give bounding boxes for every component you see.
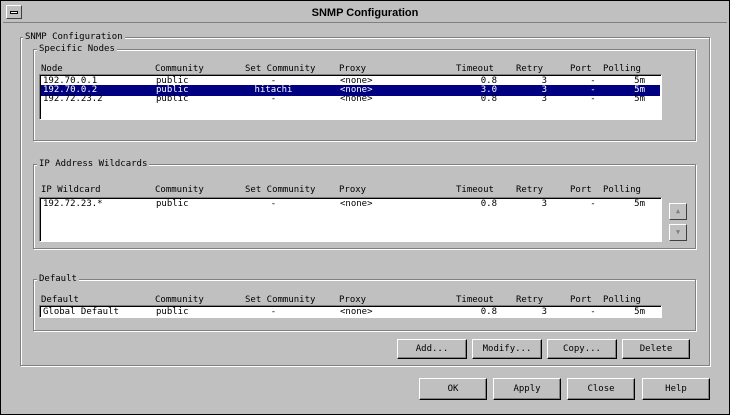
column-header-retry: Retry	[516, 295, 544, 305]
column-header-timeout: Timeout	[456, 64, 494, 74]
column-header-retry: Retry	[516, 64, 544, 74]
cell-timeout: 0.8	[480, 307, 497, 317]
cell-set-community: -	[270, 307, 277, 317]
snmp-configuration-window: SNMP Configuration SNMP Configuration Sp…	[0, 0, 730, 415]
cell-retry: 3	[541, 307, 547, 317]
list-row[interactable]: 192.72.23.* public - <none> 0.8 3 - 5m	[41, 199, 660, 210]
close-button[interactable]: Close	[567, 378, 635, 400]
column-header-default: Default	[41, 295, 79, 305]
specific-nodes-list[interactable]: 192.70.0.1 public - <none> 0.8 3-5m 192.70.0.2…	[39, 74, 662, 120]
cell-polling: 5m	[634, 94, 645, 104]
column-header-proxy: Proxy	[339, 295, 367, 305]
column-header-retry: Retry	[516, 185, 544, 195]
scroll-down-button[interactable]: ▼	[669, 224, 687, 241]
copy-button[interactable]: Copy...	[547, 339, 617, 359]
column-header-node: Node	[41, 64, 63, 74]
column-header-proxy: Proxy	[339, 64, 367, 74]
column-header-port: Port	[570, 295, 592, 305]
column-header-community: Community	[155, 295, 204, 305]
cell-node: 192.72.23.*	[43, 199, 103, 209]
scroll-up-button[interactable]: ▲	[669, 203, 687, 220]
specific-nodes-group-label: Specific Nodes	[37, 44, 117, 54]
cell-port: -	[590, 94, 596, 104]
cell-polling: 5m	[634, 307, 645, 317]
default-group-label: Default	[37, 274, 79, 284]
cell-port: -	[590, 199, 596, 209]
column-header-polling: Polling	[603, 295, 641, 305]
snmp-configuration-group-label: SNMP Configuration	[23, 32, 125, 42]
column-header-ip-wildcard: IP Wildcard	[41, 185, 101, 195]
cell-proxy: <none>	[340, 94, 373, 104]
column-header-port: Port	[570, 185, 592, 195]
cell-port: -	[590, 307, 596, 317]
ip-wildcards-list[interactable]: 192.72.23.* public - <none> 0.8 3 - 5m	[39, 197, 662, 242]
column-header-community: Community	[155, 185, 204, 195]
cell-proxy: <none>	[340, 307, 373, 317]
title-bar[interactable]: SNMP Configuration	[3, 3, 727, 23]
cell-retry: 3	[541, 94, 547, 104]
column-header-set-community: Set Community	[245, 64, 316, 74]
cell-node: Global Default	[43, 307, 119, 317]
help-button[interactable]: Help	[642, 378, 710, 400]
list-row[interactable]: Global Default public - <none> 0.8 3 - 5m	[41, 307, 660, 317]
column-header-polling: Polling	[603, 64, 641, 74]
column-header-port: Port	[570, 64, 592, 74]
default-list[interactable]: Global Default public - <none> 0.8 3 - 5m	[39, 305, 662, 318]
ip-wildcards-group-label: IP Address Wildcards	[37, 159, 150, 169]
cell-proxy: <none>	[340, 199, 373, 209]
column-header-set-community: Set Community	[245, 185, 316, 195]
column-header-polling: Polling	[603, 185, 641, 195]
column-header-set-community: Set Community	[245, 295, 316, 305]
apply-button[interactable]: Apply	[493, 378, 561, 400]
cell-retry: 3	[541, 199, 547, 209]
delete-button[interactable]: Delete	[622, 339, 690, 359]
cell-community: public	[156, 94, 189, 104]
ok-button[interactable]: OK	[419, 378, 487, 400]
cell-set-community: -	[270, 199, 277, 209]
cell-polling: 5m	[634, 199, 645, 209]
cell-timeout: 0.8	[480, 94, 497, 104]
cell-community: public	[156, 199, 189, 209]
column-header-community: Community	[155, 64, 204, 74]
cell-set-community: -	[270, 94, 277, 104]
cell-node: 192.72.23.2	[43, 94, 103, 104]
column-header-proxy: Proxy	[339, 185, 367, 195]
modify-button[interactable]: Modify...	[472, 339, 542, 359]
list-row[interactable]: 192.72.23.2 public - <none> 0.8 3 - 5m	[41, 94, 660, 105]
window-title: SNMP Configuration	[311, 7, 419, 19]
column-header-timeout: Timeout	[456, 295, 494, 305]
column-header-timeout: Timeout	[456, 185, 494, 195]
cell-timeout: 0.8	[480, 199, 497, 209]
add-button[interactable]: Add...	[397, 339, 467, 359]
cell-community: public	[156, 307, 189, 317]
